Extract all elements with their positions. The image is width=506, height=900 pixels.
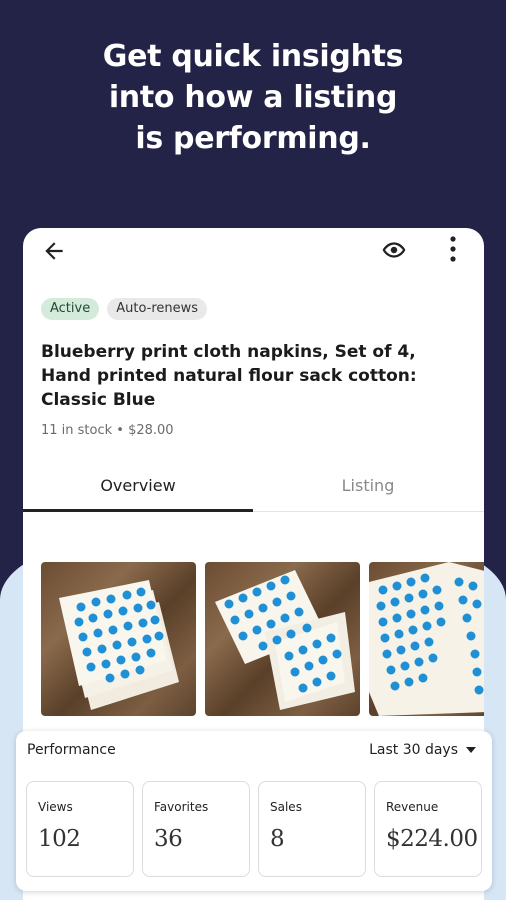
- listing-stock-price: 11 in stock • $28.00: [41, 423, 174, 438]
- photo-carousel[interactable]: [41, 562, 484, 716]
- status-badge-auto-renews: Auto-renews: [107, 298, 208, 320]
- stat-value: 36: [154, 826, 183, 852]
- listing-photo[interactable]: [41, 562, 196, 716]
- stat-label: Sales: [270, 800, 302, 814]
- stat-value: 8: [270, 826, 285, 852]
- stat-label: Favorites: [154, 800, 209, 814]
- stat-card-favorites[interactable]: Favorites 36: [142, 781, 250, 877]
- date-range-dropdown[interactable]: Last 30 days: [369, 742, 476, 758]
- headline-line-1: Get quick insights: [102, 39, 404, 74]
- date-range-label: Last 30 days: [369, 742, 458, 758]
- listing-photo[interactable]: [369, 562, 484, 716]
- stat-value: 102: [38, 826, 81, 852]
- napkin-photo-image: [215, 570, 355, 710]
- more-vertical-icon[interactable]: [443, 234, 463, 266]
- stat-label: Views: [38, 800, 73, 814]
- listing-title: Blueberry print cloth napkins, Set of 4,…: [41, 342, 417, 410]
- napkin-photo-image: [59, 580, 179, 710]
- napkin-photo-image: [369, 562, 484, 716]
- stat-value: $224.00: [386, 826, 478, 852]
- tab-listing[interactable]: Listing: [253, 468, 483, 512]
- headline-line-2: into how a listing: [108, 80, 398, 115]
- eye-icon[interactable]: [379, 237, 409, 263]
- promo-headline: Get quick insights into how a listing is…: [0, 36, 506, 159]
- headline-line-3: is performing.: [135, 121, 371, 156]
- caret-down-icon: [466, 747, 476, 753]
- stat-card-revenue[interactable]: Revenue $224.00: [374, 781, 482, 877]
- performance-panel: Performance Last 30 days Views 102 Favor…: [16, 731, 492, 891]
- status-badges: Active Auto-renews: [41, 298, 208, 320]
- arrow-left-icon[interactable]: [41, 238, 67, 264]
- performance-title: Performance: [27, 742, 116, 758]
- stat-card-sales[interactable]: Sales 8: [258, 781, 366, 877]
- status-badge-active: Active: [41, 298, 100, 320]
- tab-selected-indicator: [23, 509, 253, 512]
- listing-photo[interactable]: [205, 562, 360, 716]
- stat-card-views[interactable]: Views 102: [26, 781, 134, 877]
- tab-bar: Overview Listing: [23, 468, 484, 512]
- top-app-bar: [23, 228, 484, 276]
- stat-label: Revenue: [386, 800, 439, 814]
- tab-overview[interactable]: Overview: [23, 468, 253, 512]
